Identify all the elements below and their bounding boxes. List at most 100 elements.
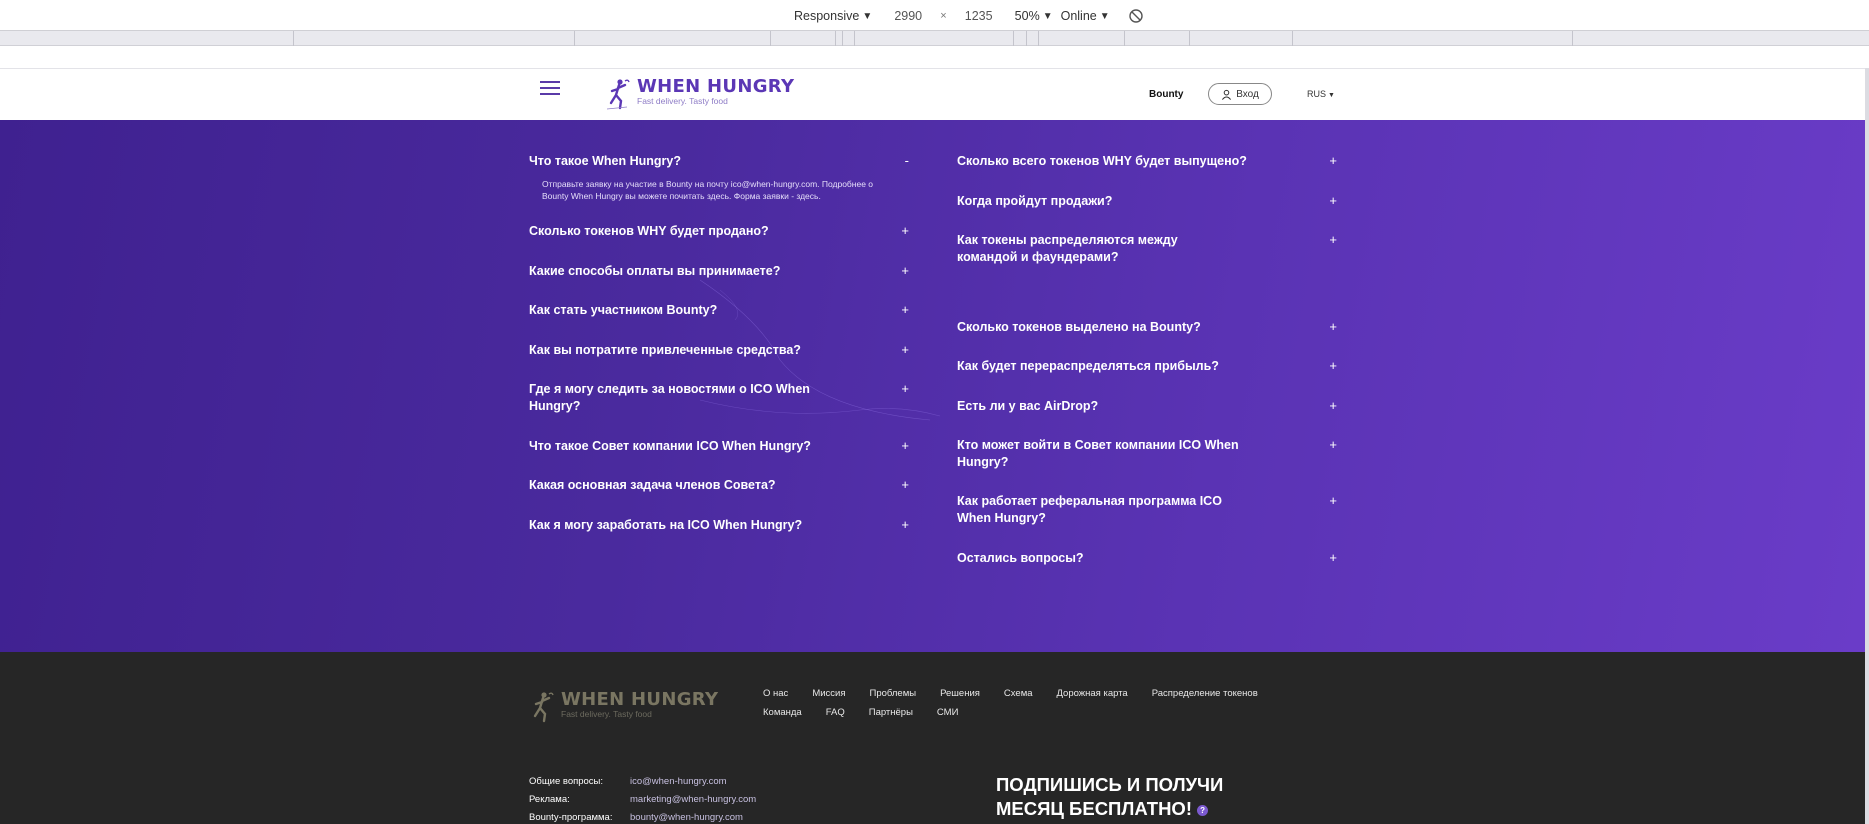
footer-link-token-distribution[interactable]: Распределение токенов bbox=[1152, 688, 1258, 699]
expand-icon[interactable]: + bbox=[1329, 319, 1337, 335]
media-query-ruler[interactable] bbox=[0, 31, 1869, 46]
nav-bounty-link[interactable]: Bounty bbox=[1149, 89, 1183, 100]
faq-item[interactable]: Остались вопросы? + bbox=[957, 550, 1337, 567]
faq-item[interactable]: Сколько токенов выделено на Bounty? + bbox=[957, 319, 1337, 336]
expand-icon[interactable]: + bbox=[901, 302, 909, 318]
expand-icon[interactable]: + bbox=[1329, 550, 1337, 566]
faq-item[interactable]: Сколько всего токенов WHY будет выпущено… bbox=[957, 153, 1337, 170]
faq-item[interactable]: Кто может войти в Совет компании ICO Whe… bbox=[957, 437, 1337, 471]
contact-email-link[interactable]: bounty@when-hungry.com bbox=[630, 809, 743, 824]
footer-link-media[interactable]: СМИ bbox=[937, 707, 959, 718]
footer-link-about[interactable]: О нас bbox=[763, 688, 788, 699]
contact-row: Bounty-программа: bounty@when-hungry.com bbox=[529, 809, 756, 824]
faq-item[interactable]: Как токены распределяются между командой… bbox=[957, 232, 1337, 266]
footer-logo[interactable]: WHEN HUNGRY Fast delivery. Tasty food bbox=[529, 690, 718, 724]
faq-question: Что такое When Hungry? bbox=[529, 154, 681, 168]
expand-icon[interactable]: + bbox=[901, 381, 909, 397]
footer-link-roadmap[interactable]: Дорожная карта bbox=[1057, 688, 1128, 699]
expand-icon[interactable]: + bbox=[1329, 493, 1337, 509]
contact-email-link[interactable]: marketing@when-hungry.com bbox=[630, 791, 756, 809]
expand-icon[interactable]: + bbox=[1329, 358, 1337, 374]
language-select[interactable]: RUS ▼ bbox=[1307, 89, 1335, 99]
chevron-down-icon: ▼ bbox=[862, 10, 873, 22]
zoom-select[interactable]: 50% ▼ bbox=[1015, 9, 1053, 23]
faq-item[interactable]: Где я могу следить за новостями о ICO Wh… bbox=[529, 381, 909, 415]
faq-question: Где я могу следить за новостями о ICO Wh… bbox=[529, 382, 810, 413]
login-label: Вход bbox=[1236, 88, 1259, 100]
device-controls: Responsive ▼ 2990 × 1235 50% ▼ Online ▼ bbox=[794, 7, 1144, 25]
ruler-tick bbox=[835, 31, 836, 46]
expand-icon[interactable]: + bbox=[1329, 232, 1337, 248]
footer-nav-row: О нас Миссия Проблемы Решения Схема Доро… bbox=[763, 688, 1283, 699]
rotate-icon[interactable] bbox=[1128, 8, 1144, 24]
faq-item[interactable]: Что такое Совет компании ICO When Hungry… bbox=[529, 438, 909, 455]
site-footer: WHEN HUNGRY Fast delivery. Tasty food О … bbox=[0, 652, 1865, 824]
footer-link-solutions[interactable]: Решения bbox=[940, 688, 980, 699]
footer-logo-tagline: Fast delivery. Tasty food bbox=[561, 709, 652, 719]
help-icon[interactable]: ? bbox=[1197, 804, 1209, 816]
network-select[interactable]: Online ▼ bbox=[1061, 9, 1110, 23]
expand-icon[interactable]: + bbox=[1329, 193, 1337, 209]
footer-link-partners[interactable]: Партнёры bbox=[869, 707, 913, 718]
expand-icon[interactable]: + bbox=[901, 263, 909, 279]
faq-item[interactable]: Как я могу заработать на ICO When Hungry… bbox=[529, 517, 909, 534]
expand-icon[interactable]: + bbox=[901, 477, 909, 493]
ruler-tick bbox=[293, 31, 294, 46]
contact-label: Bounty-программа: bbox=[529, 812, 613, 823]
logo[interactable]: WHEN HUNGRY Fast delivery. Tasty food bbox=[605, 77, 794, 111]
device-select[interactable]: Responsive ▼ bbox=[794, 9, 872, 23]
faq-question: Как токены распределяются между командой… bbox=[957, 233, 1178, 264]
page-scrollbar[interactable] bbox=[1865, 68, 1869, 824]
footer-link-problems[interactable]: Проблемы bbox=[869, 688, 916, 699]
footer-link-faq[interactable]: FAQ bbox=[826, 707, 845, 718]
expand-icon[interactable]: + bbox=[901, 223, 909, 239]
logo-text: WHEN HUNGRY Fast delivery. Tasty food bbox=[637, 77, 794, 106]
faq-item[interactable]: Когда пройдут продажи? + bbox=[957, 193, 1337, 210]
menu-icon[interactable] bbox=[540, 81, 560, 95]
faq-answer: Отправьте заявку на участие в Bounty на … bbox=[542, 179, 874, 201]
footer-link-mission[interactable]: Миссия bbox=[812, 688, 845, 699]
login-button[interactable]: Вход bbox=[1208, 83, 1272, 105]
faq-item[interactable]: Как будет перераспределяться прибыль? + bbox=[957, 358, 1337, 375]
footer-link-team[interactable]: Команда bbox=[763, 707, 802, 718]
ruler-tick bbox=[1038, 31, 1039, 46]
faq-item[interactable]: Как работает реферальная программа ICO W… bbox=[957, 493, 1337, 527]
subscribe-heading: ПОДПИШИСЬ И ПОЛУЧИ МЕСЯЦ БЕСПЛАТНО! ? bbox=[996, 773, 1296, 821]
expand-icon[interactable]: + bbox=[1329, 437, 1337, 453]
faq-item[interactable]: Сколько токенов WHY будет продано? + bbox=[529, 223, 909, 240]
faq-item[interactable]: Какие способы оплаты вы принимаете? + bbox=[529, 263, 909, 280]
faq-question: Как вы потратите привлеченные средства? bbox=[529, 343, 801, 357]
chevron-down-icon: ▼ bbox=[1042, 10, 1053, 22]
expand-icon[interactable]: + bbox=[901, 517, 909, 533]
footer-link-scheme[interactable]: Схема bbox=[1004, 688, 1033, 699]
expand-icon[interactable]: + bbox=[901, 342, 909, 358]
faq-question: Сколько токенов WHY будет продано? bbox=[529, 224, 769, 238]
faq-question: Как стать участником Bounty? bbox=[529, 303, 718, 317]
runner-logo-icon bbox=[533, 692, 554, 723]
expand-icon[interactable]: + bbox=[1329, 153, 1337, 169]
faq-item[interactable]: Как вы потратите привлеченные средства? … bbox=[529, 342, 909, 359]
collapse-icon[interactable]: - bbox=[905, 153, 909, 169]
faq-question: Как я могу заработать на ICO When Hungry… bbox=[529, 518, 803, 532]
faq-item[interactable]: Какая основная задача членов Совета? + bbox=[529, 477, 909, 494]
faq-section: Что такое When Hungry? - Отправьте заявк… bbox=[0, 120, 1865, 652]
faq-question: Сколько токенов выделено на Bounty? bbox=[957, 320, 1201, 334]
ruler-tick bbox=[1124, 31, 1125, 46]
faq-item[interactable]: Есть ли у вас AirDrop? + bbox=[957, 398, 1337, 415]
width-input[interactable]: 2990 bbox=[880, 9, 936, 23]
network-label: Online bbox=[1060, 9, 1097, 23]
contact-email-link[interactable]: ico@when-hungry.com bbox=[630, 773, 727, 791]
faq-item[interactable]: Как стать участником Bounty? + bbox=[529, 302, 909, 319]
ruler-tick bbox=[1026, 31, 1027, 46]
faq-question: Кто может войти в Совет компании ICO Whe… bbox=[957, 438, 1239, 469]
expand-icon[interactable]: + bbox=[901, 438, 909, 454]
decorative-lines bbox=[699, 279, 941, 421]
language-label: RUS bbox=[1307, 89, 1327, 99]
faq-question: Есть ли у вас AirDrop? bbox=[957, 399, 1099, 413]
faq-item[interactable]: Что такое When Hungry? - Отправьте заявк… bbox=[529, 153, 909, 202]
expand-icon[interactable]: + bbox=[1329, 398, 1337, 414]
faq-question: Что такое Совет компании ICO When Hungry… bbox=[529, 439, 811, 453]
height-input[interactable]: 1235 bbox=[951, 9, 1007, 23]
ruler-tick bbox=[1189, 31, 1190, 46]
chevron-down-icon: ▼ bbox=[1099, 10, 1110, 22]
